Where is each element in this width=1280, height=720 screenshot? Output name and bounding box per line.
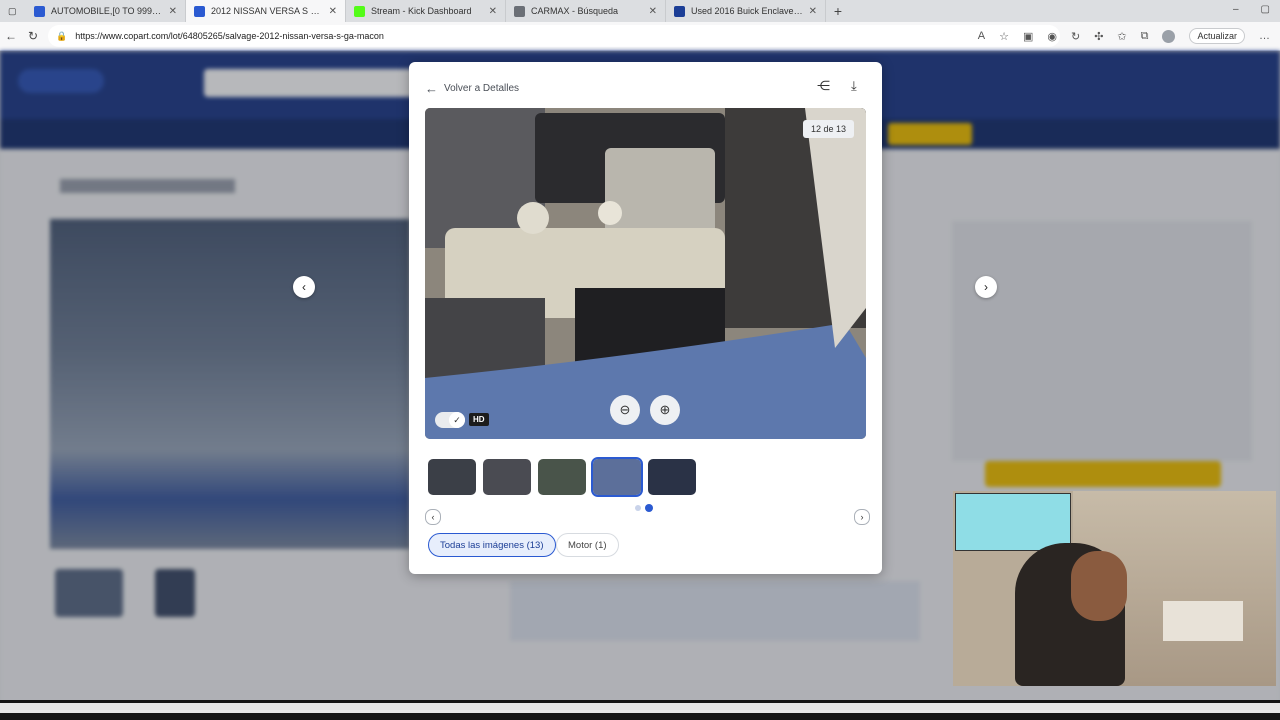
window-controls: – ▢ (1233, 4, 1270, 15)
tab-favicon-icon (354, 5, 365, 17)
back-to-details-link[interactable]: ← Volver a Detalles (425, 81, 519, 96)
thumbnail-strip (428, 457, 696, 497)
webcam-monitor (955, 493, 1071, 551)
minimize-icon[interactable]: – (1233, 4, 1239, 15)
browser-toolbar: A ☆ ▣ ◉ ↻ ✣ ✩ ⧉ Actualizar … (978, 28, 1270, 44)
close-tab-icon[interactable]: ✕ (809, 6, 817, 17)
favorite-star-icon[interactable]: ☆ (999, 30, 1009, 43)
gallery-prev-button[interactable]: ‹ (293, 276, 315, 298)
bottom-strip (0, 700, 1280, 720)
browser-tab[interactable]: Stream - Kick Dashboard ✕ (346, 0, 506, 22)
tab-favicon-icon (194, 5, 205, 17)
back-icon[interactable]: ← (0, 29, 22, 43)
engine-bay-photo (425, 108, 866, 439)
filter-all-images[interactable]: Todas las imágenes (13) (428, 533, 556, 557)
filter-motor[interactable]: Motor (1) (556, 533, 619, 557)
back-label: Volver a Detalles (444, 83, 520, 94)
zoom-out-button[interactable]: ⊖ (610, 395, 640, 425)
url-field[interactable]: 🔒 https://www.copart.com/lot/64805265/sa… (48, 25, 1060, 47)
collections-icon[interactable]: ⧉ (1141, 30, 1149, 43)
thumbnail[interactable] (483, 459, 531, 495)
webcam-face (1071, 551, 1127, 621)
zoom-in-icon: ⊕ (659, 402, 671, 417)
image-viewer-modal: ← Volver a Detalles ⋲ ⤓ 12 de 13 ✓ HD ⊖ … (409, 62, 882, 574)
lock-icon: 🔒 (56, 30, 68, 41)
browser-tab[interactable]: AUTOMOBILE,[0 TO 9999999],[20 ✕ (26, 0, 186, 22)
browser-tab[interactable]: Used 2016 Buick Enclave for sale ✕ (666, 0, 826, 22)
tab-title: Used 2016 Buick Enclave for sale (691, 6, 803, 16)
extensions-puzzle-icon[interactable]: ✣ (1094, 30, 1103, 43)
tab-favicon-icon (514, 5, 525, 17)
extension-icon-2[interactable]: ◉ (1047, 30, 1057, 43)
thumbnail-selected[interactable] (591, 457, 643, 497)
tab-title: AUTOMOBILE,[0 TO 9999999],[20 (51, 6, 163, 16)
favorites-icon[interactable]: ✩ (1117, 30, 1126, 43)
gallery-next-button[interactable]: › (975, 276, 997, 298)
tab-actions-button[interactable]: ▢ (0, 0, 26, 22)
thumbs-prev-button[interactable]: ‹ (425, 509, 441, 525)
address-bar-row: ← ↻ 🔒 https://www.copart.com/lot/6480526… (0, 22, 1280, 51)
image-counter: 12 de 13 (802, 120, 854, 138)
zoom-out-icon: ⊖ (619, 402, 631, 417)
thumbs-next-button[interactable]: › (854, 509, 870, 525)
zoom-in-button[interactable]: ⊕ (650, 395, 680, 425)
browser-tab[interactable]: CARMAX - Búsqueda ✕ (506, 0, 666, 22)
extension-icon[interactable]: ▣ (1023, 30, 1033, 43)
tab-title: Stream - Kick Dashboard (371, 6, 472, 16)
thumbnail[interactable] (428, 459, 476, 495)
browser-tab[interactable]: 2012 NISSAN VERSA S en venta C ✕ (186, 0, 346, 22)
refresh-extension-icon[interactable]: ↻ (1071, 30, 1080, 43)
download-icon[interactable]: ⤓ (851, 78, 857, 94)
close-tab-icon[interactable]: ✕ (649, 6, 657, 17)
thumbnail[interactable] (648, 459, 696, 495)
refresh-icon[interactable]: ↻ (22, 29, 44, 43)
share-icon[interactable]: ⋲ (817, 78, 830, 94)
new-tab-button[interactable]: + (826, 3, 850, 19)
tab-strip: ▢ AUTOMOBILE,[0 TO 9999999],[20✕2012 NIS… (0, 0, 1280, 22)
close-tab-icon[interactable]: ✕ (489, 6, 497, 17)
hd-toggle[interactable]: ✓ (435, 412, 465, 428)
url-text: https://www.copart.com/lot/64805265/salv… (75, 31, 384, 41)
main-photo[interactable]: 12 de 13 ✓ HD ⊖ ⊕ (425, 108, 866, 439)
pagination-dot-active[interactable] (645, 504, 653, 512)
tab-title: 2012 NISSAN VERSA S en venta C (211, 6, 323, 16)
close-tab-icon[interactable]: ✕ (329, 6, 337, 17)
tab-favicon-icon (674, 5, 685, 17)
arrow-left-icon: ← (425, 81, 438, 96)
tab-title: CARMAX - Búsqueda (531, 6, 619, 16)
profile-avatar[interactable] (1162, 29, 1176, 43)
update-button[interactable]: Actualizar (1189, 28, 1245, 44)
more-menu-icon[interactable]: … (1259, 30, 1270, 42)
thumbnail[interactable] (538, 459, 586, 495)
read-aloud-icon[interactable]: A (978, 30, 985, 42)
check-icon: ✓ (449, 412, 465, 428)
horizontal-scrollbar[interactable] (0, 703, 1280, 713)
pagination-dots (635, 504, 653, 512)
tab-favicon-icon (34, 5, 45, 17)
maximize-icon[interactable]: ▢ (1261, 4, 1270, 15)
close-tab-icon[interactable]: ✕ (169, 6, 177, 17)
webcam-overlay (953, 491, 1276, 686)
hd-badge: HD (469, 413, 489, 426)
webcam-desk (1163, 601, 1243, 641)
pagination-dot[interactable] (635, 505, 641, 511)
